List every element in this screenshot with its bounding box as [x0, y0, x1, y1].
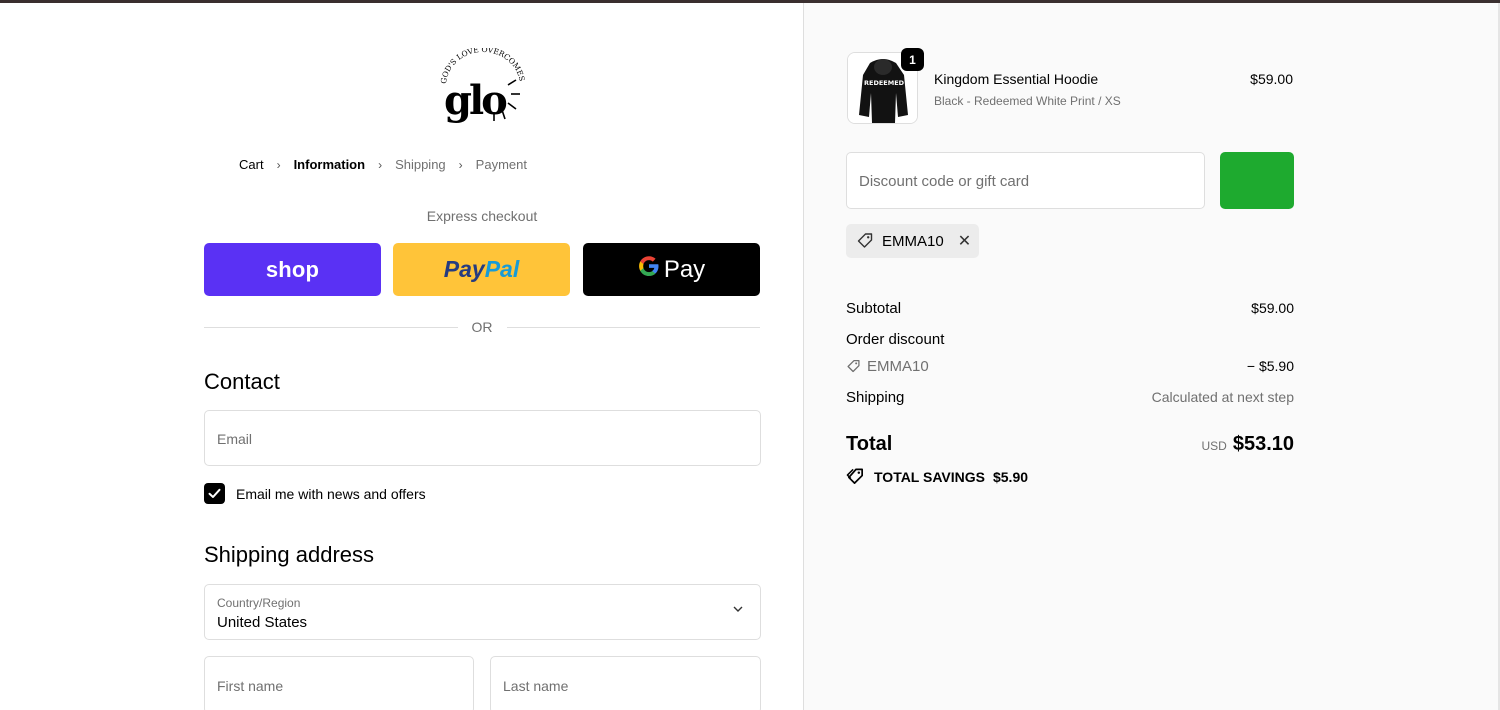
divider-line — [506, 326, 760, 328]
shipping-value: Calculated at next step — [1151, 389, 1294, 405]
discount-code-input[interactable]: Discount code or gift card — [846, 152, 1205, 209]
savings-value: $5.90 — [992, 468, 1029, 485]
shipping-label: Shipping — [846, 389, 905, 406]
paypal-label-pal: Pal — [484, 256, 520, 282]
google-pay-label: Pay — [663, 255, 706, 283]
logo-image: GOD'S LOVE OVERCOMES glo — [439, 45, 527, 124]
google-pay-button[interactable]: Pay — [583, 243, 760, 296]
chevron-right-icon: › — [458, 157, 463, 172]
savings-tag-icon — [846, 468, 864, 485]
country-value: United States — [217, 614, 308, 631]
discount-amount: − $5.90 — [1246, 358, 1294, 374]
apply-discount-button[interactable] — [1220, 152, 1294, 209]
chevron-right-icon: › — [276, 157, 281, 172]
product-price: $59.00 — [1250, 71, 1293, 87]
discount-code-name: EMMA10 — [867, 358, 929, 375]
breadcrumb-information: Information — [293, 157, 366, 172]
breadcrumb-payment: Payment — [475, 157, 527, 172]
discount-code-row: EMMA10 — [846, 358, 929, 375]
newsletter-option[interactable]: Email me with news and offers — [204, 483, 426, 504]
contact-heading: Contact — [204, 369, 280, 394]
subtotal-label: Subtotal — [846, 300, 902, 317]
last-name-field[interactable]: Last name — [490, 656, 761, 710]
email-field[interactable]: Email — [204, 410, 761, 466]
breadcrumb-cart[interactable]: Cart — [239, 157, 264, 172]
paypal-label-pay: Pay — [443, 256, 485, 282]
hoodie-print-text: REDEEMED — [864, 79, 905, 87]
country-select[interactable]: Country/Region United States — [204, 584, 761, 640]
product-name: Kingdom Essential Hoodie — [934, 71, 1099, 87]
newsletter-label: Email me with news and offers — [236, 485, 426, 502]
remove-code-icon[interactable]: ✕ — [958, 231, 971, 251]
first-name-field[interactable]: First name — [204, 656, 474, 710]
or-label: OR — [471, 319, 493, 335]
quantity-badge: 1 — [901, 48, 924, 71]
breadcrumb: Cart › Information › Shipping › Payment — [0, 157, 803, 172]
total-label: Total — [846, 433, 893, 455]
shop-pay-button[interactable]: shop — [204, 243, 381, 296]
google-g-icon — [638, 255, 660, 284]
last-name-placeholder: Last name — [503, 678, 569, 694]
tag-icon — [857, 233, 873, 248]
shipping-address-heading: Shipping address — [204, 542, 375, 567]
order-discount-label: Order discount — [846, 331, 945, 348]
currency-code: USD — [1201, 439, 1227, 453]
shop-pay-label: shop — [265, 256, 320, 282]
chevron-right-icon: › — [378, 157, 383, 172]
discount-placeholder: Discount code or gift card — [859, 173, 1030, 190]
applied-discount-tag: EMMA10 ✕ — [846, 224, 979, 258]
paypal-button[interactable]: Pay Pal — [393, 243, 570, 296]
newsletter-checkbox[interactable] — [204, 483, 225, 504]
checkmark-icon — [208, 488, 221, 498]
country-label: Country/Region — [217, 596, 301, 610]
divider-line — [204, 326, 458, 328]
express-checkout-title: Express checkout — [426, 208, 538, 224]
email-placeholder: Email — [217, 431, 253, 447]
chevron-down-icon — [732, 603, 744, 618]
total-value: $53.10 — [1232, 433, 1294, 455]
applied-code-label: EMMA10 — [882, 232, 944, 250]
logo-wordmark: glo — [444, 77, 507, 124]
breadcrumb-shipping: Shipping — [395, 157, 446, 172]
subtotal-value: $59.00 — [1251, 300, 1294, 316]
tag-icon — [847, 360, 860, 373]
first-name-placeholder: First name — [217, 678, 284, 694]
total-savings: TOTAL SAVINGS $5.90 — [846, 467, 1028, 486]
or-divider: OR — [204, 318, 760, 336]
total-amount: USD $53.10 — [1100, 433, 1294, 456]
product-variant: Black - Redeemed White Print / XS — [934, 94, 1121, 108]
savings-label: TOTAL SAVINGS — [874, 468, 985, 485]
brand-logo[interactable]: GOD'S LOVE OVERCOMES glo — [436, 45, 530, 128]
